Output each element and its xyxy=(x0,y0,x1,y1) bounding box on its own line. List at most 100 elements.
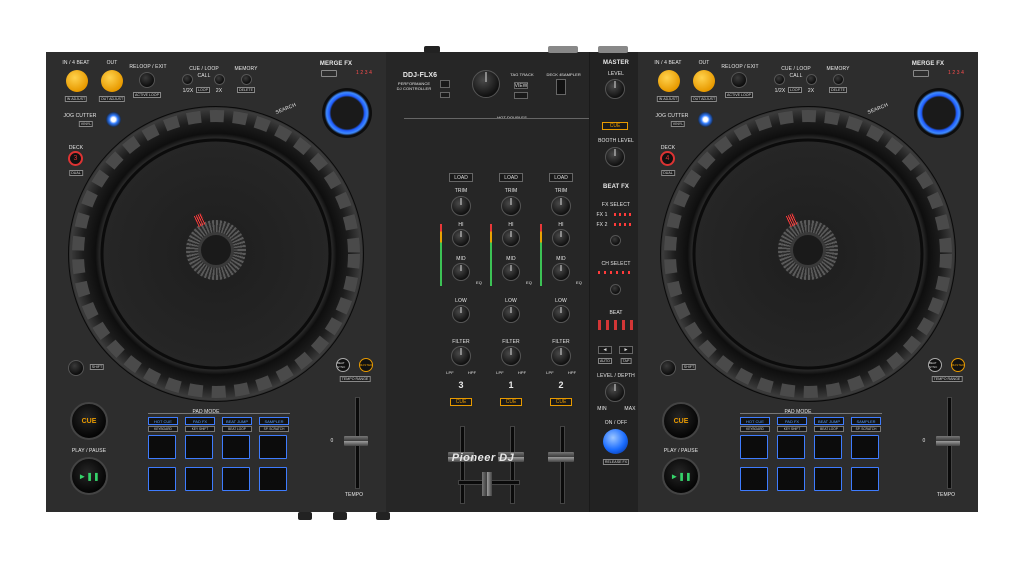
pad-mode-pad-fx[interactable]: PAD FX xyxy=(185,417,215,425)
ch2-load-button[interactable]: LOAD xyxy=(549,173,573,182)
ch2-mid-knob[interactable] xyxy=(552,263,570,281)
r-pad-mode-sampler[interactable]: SAMPLER xyxy=(851,417,881,425)
r-pad-mode-beat-jump[interactable]: BEAT JUMP xyxy=(814,417,844,425)
performance-pad-7[interactable] xyxy=(222,467,250,491)
ch3-cue-button[interactable]: CUE xyxy=(450,398,472,406)
ch2-cue-button[interactable]: CUE xyxy=(550,398,572,406)
ch3-load-button[interactable]: LOAD xyxy=(449,173,473,182)
pad-mode-beat-jump[interactable]: BEAT JUMP xyxy=(222,417,252,425)
r-pad-mode-hot-cue[interactable]: HOT CUE xyxy=(740,417,770,425)
beat-fx-on-off-button[interactable] xyxy=(603,429,628,454)
pad-sub-beat-loop: BEAT LOOP xyxy=(222,426,252,432)
r-loop-in-button[interactable] xyxy=(658,70,680,92)
ch2-filter-knob[interactable] xyxy=(551,346,571,366)
r-cue-button-label: CUE xyxy=(673,417,689,425)
performance-pad-4[interactable] xyxy=(259,435,287,459)
ch1-filter-label: FILTER xyxy=(502,339,520,345)
ch3-low-knob[interactable] xyxy=(452,305,470,323)
browse-knob[interactable] xyxy=(472,70,500,98)
call-prev-button[interactable] xyxy=(182,74,193,85)
r-performance-pad-3[interactable] xyxy=(814,435,842,459)
ch3-mid-knob[interactable] xyxy=(452,263,470,281)
r-beat-sync-button[interactable]: BEAT SYNC xyxy=(928,358,942,372)
r-reloop-button[interactable] xyxy=(731,72,747,88)
r-cue-button[interactable]: CUE xyxy=(662,402,700,440)
ch1-mid-knob[interactable] xyxy=(502,263,520,281)
ch2-channel-fader-cap[interactable] xyxy=(548,452,574,462)
pad-mode-hot-cue[interactable]: HOT CUE xyxy=(148,417,178,425)
ch1-low-knob[interactable] xyxy=(502,305,520,323)
ch1-load-button[interactable]: LOAD xyxy=(499,173,523,182)
fx-select-button[interactable] xyxy=(610,235,621,246)
play-pause-button[interactable]: ►❚❚ xyxy=(70,457,108,495)
ch1-filter-knob[interactable] xyxy=(501,346,521,366)
master-level-knob[interactable] xyxy=(605,79,625,99)
r-performance-pad-1[interactable] xyxy=(740,435,768,459)
performance-pad-1[interactable] xyxy=(148,435,176,459)
view-sub-button[interactable] xyxy=(514,92,528,99)
ch3-hi-knob[interactable] xyxy=(452,229,470,247)
ch2-eq-label: EQ xyxy=(576,280,582,285)
ch2-low-knob[interactable] xyxy=(552,305,570,323)
shift-tag: SHIFT xyxy=(89,364,105,370)
browse-button-2[interactable] xyxy=(440,92,450,98)
ch2-trim-knob[interactable] xyxy=(551,196,571,216)
ch1-trim-knob[interactable] xyxy=(501,196,521,216)
crossfader-cap[interactable] xyxy=(482,472,492,496)
r-call-prev-button[interactable] xyxy=(774,74,785,85)
ch1-hi-knob[interactable] xyxy=(502,229,520,247)
deck4-sampler-switch[interactable] xyxy=(556,79,566,95)
r-tempo-fader-cap[interactable] xyxy=(936,436,960,446)
ch3-trim-knob[interactable] xyxy=(451,196,471,216)
master-button[interactable]: MASTER xyxy=(359,358,373,372)
shift-button[interactable] xyxy=(68,360,84,376)
loop-out-button[interactable] xyxy=(101,70,123,92)
beat-fx-label: BEAT FX xyxy=(603,184,629,190)
r-memory-button[interactable] xyxy=(833,74,844,85)
master-cue-button[interactable]: CUE xyxy=(602,122,628,130)
browse-back-button[interactable] xyxy=(440,80,450,88)
ch-select-button[interactable] xyxy=(610,284,621,295)
ch1-low-label: LOW xyxy=(505,298,517,304)
beat-sync-button[interactable]: BEAT SYNC xyxy=(336,358,350,372)
pad-mode-sampler[interactable]: SAMPLER xyxy=(259,417,289,425)
reloop-button[interactable] xyxy=(139,72,155,88)
ch2-low-label: LOW xyxy=(555,298,567,304)
r-call-next-button[interactable] xyxy=(806,74,817,85)
loop-in-button[interactable] xyxy=(66,70,88,92)
r-performance-pad-5[interactable] xyxy=(740,467,768,491)
cue-button[interactable]: CUE xyxy=(70,402,108,440)
performance-pad-2[interactable] xyxy=(185,435,213,459)
r-performance-pad-4[interactable] xyxy=(851,435,879,459)
performance-pad-8[interactable] xyxy=(259,467,287,491)
r-memory-label: MEMORY xyxy=(826,66,850,72)
ch3-filter-knob[interactable] xyxy=(451,346,471,366)
r-merge-fx-indicator xyxy=(913,70,929,77)
level-depth-knob[interactable] xyxy=(605,382,625,402)
r-master-button[interactable]: MASTER xyxy=(951,358,965,372)
ch3-filter-label: FILTER xyxy=(452,339,470,345)
performance-pad-6[interactable] xyxy=(185,467,213,491)
ch3-eq-label: EQ xyxy=(476,280,482,285)
r-performance-pad-6[interactable] xyxy=(777,467,805,491)
performance-pad-3[interactable] xyxy=(222,435,250,459)
beat-left-button[interactable]: ◄ xyxy=(598,346,612,354)
r-shift-button[interactable] xyxy=(660,360,676,376)
r-play-pause-button[interactable]: ►❚❚ xyxy=(662,457,700,495)
r-shift-tag: SHIFT xyxy=(681,364,697,370)
r-performance-pad-7[interactable] xyxy=(814,467,842,491)
r-loop-out-button[interactable] xyxy=(693,70,715,92)
beat-right-button[interactable]: ► xyxy=(619,346,633,354)
memory-button[interactable] xyxy=(241,74,252,85)
ch2-hi-knob[interactable] xyxy=(552,229,570,247)
tempo-fader-cap[interactable] xyxy=(344,436,368,446)
r-performance-pad-2[interactable] xyxy=(777,435,805,459)
r-pad-mode-pad-fx[interactable]: PAD FX xyxy=(777,417,807,425)
view-button[interactable]: VIEW xyxy=(514,82,528,89)
ch1-cue-button[interactable]: CUE xyxy=(500,398,522,406)
performance-pad-5[interactable] xyxy=(148,467,176,491)
ch3-level-meter xyxy=(440,224,442,286)
booth-level-knob[interactable] xyxy=(605,147,625,167)
call-next-button[interactable] xyxy=(214,74,225,85)
r-performance-pad-8[interactable] xyxy=(851,467,879,491)
